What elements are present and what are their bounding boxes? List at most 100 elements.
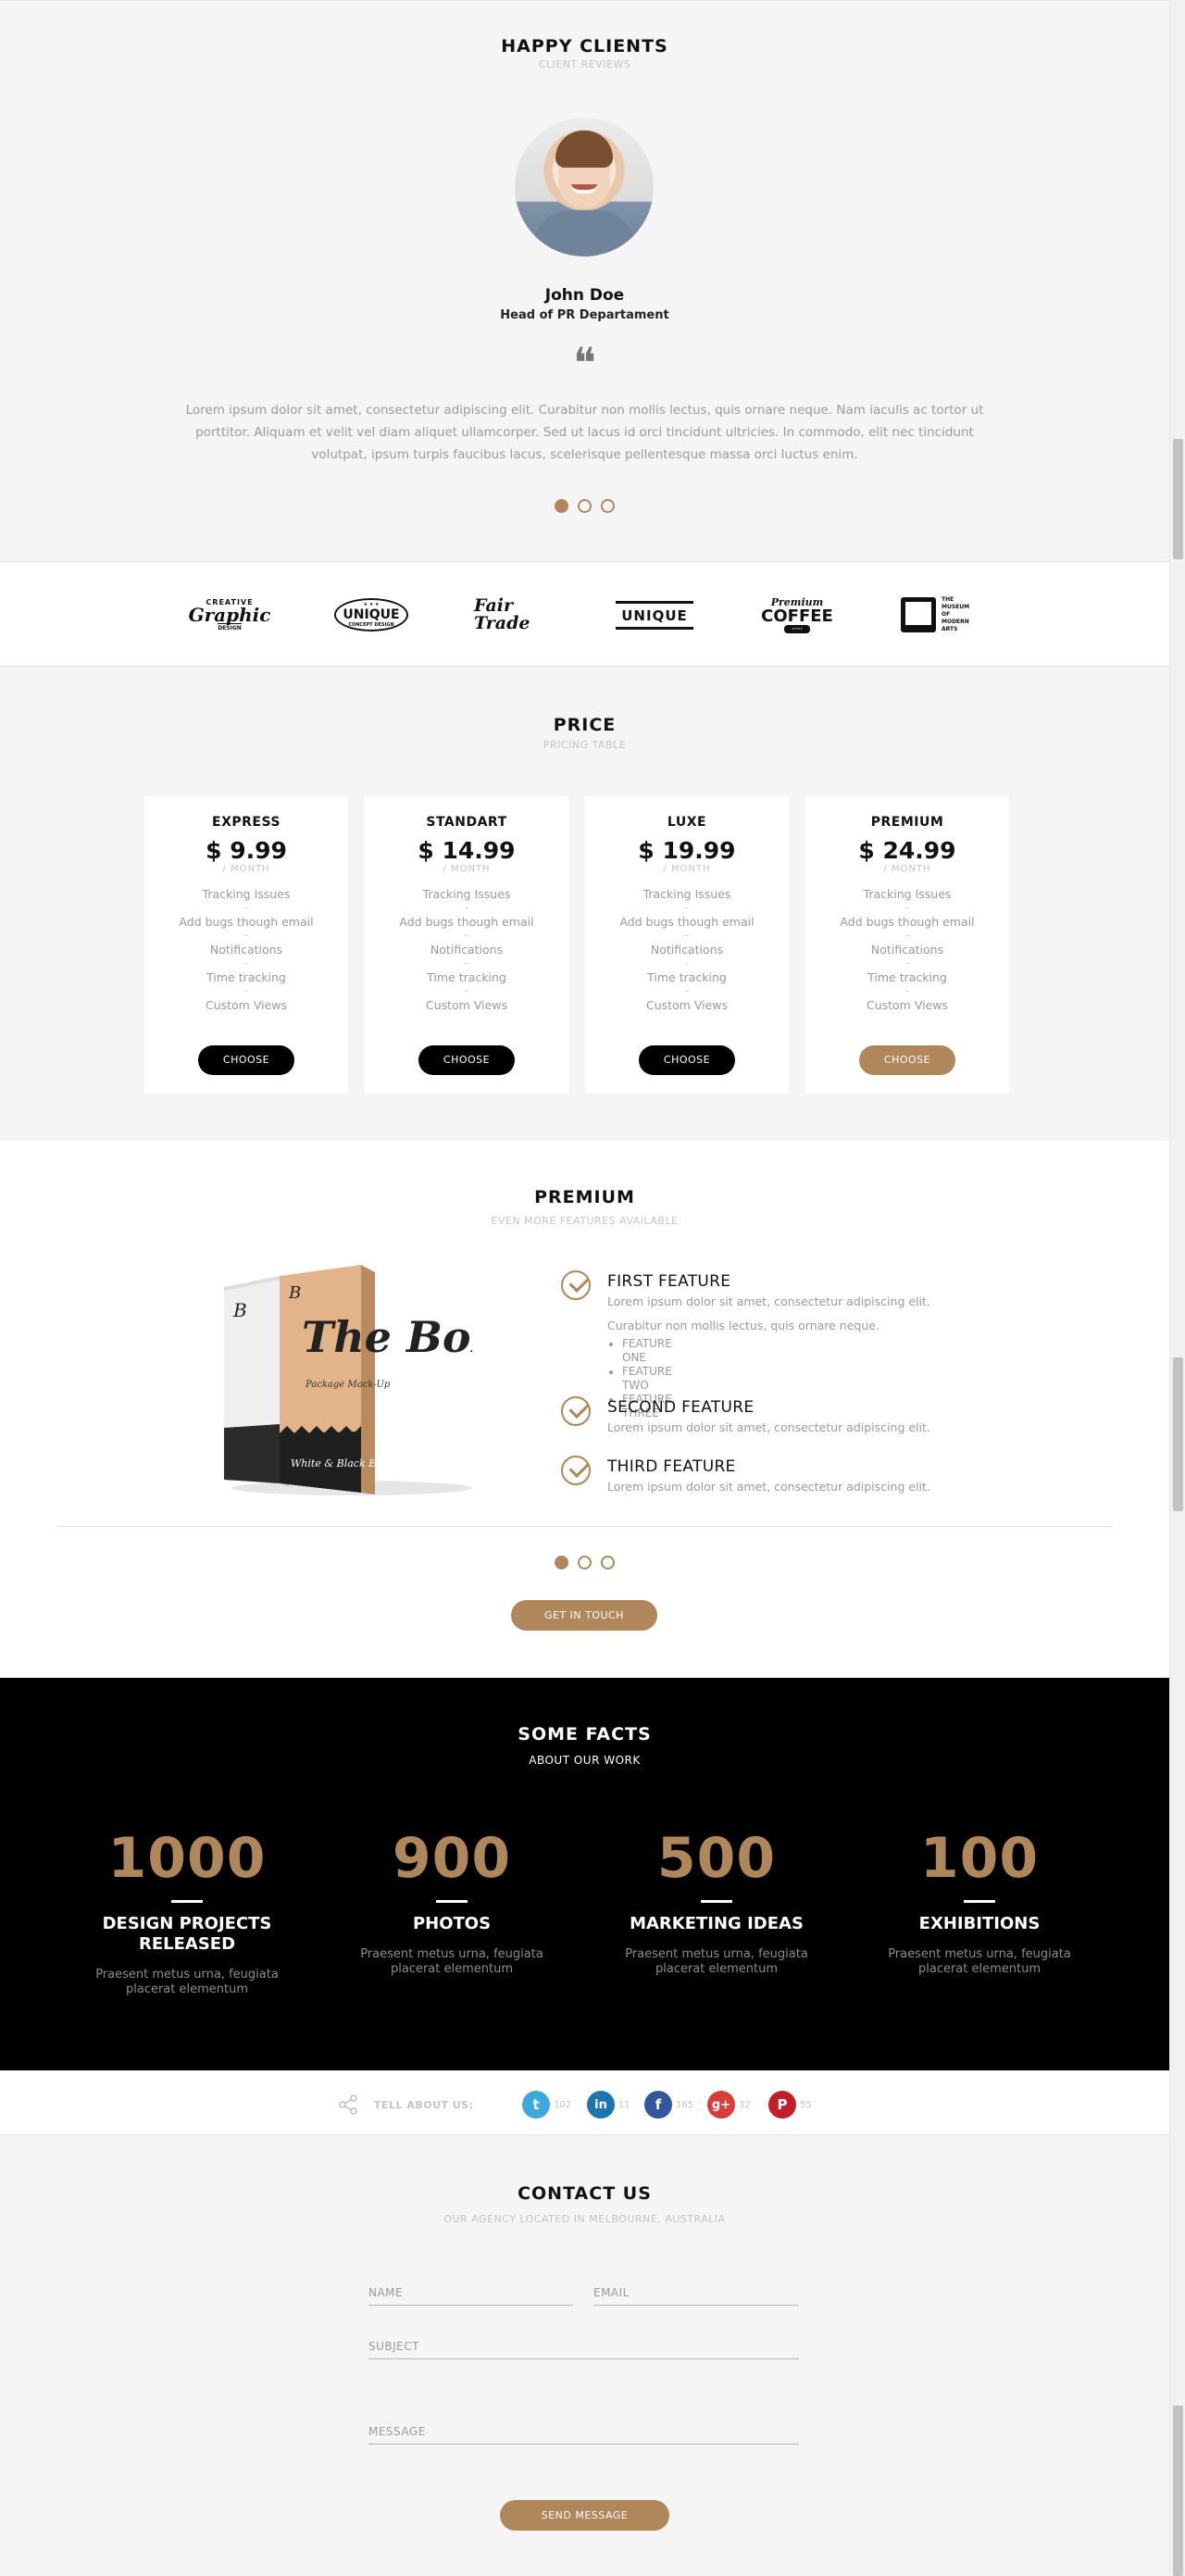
send-message-button[interactable]: SEND MESSAGE: [500, 2500, 669, 2531]
premium-title: PREMIUM: [534, 1187, 635, 1207]
name-input[interactable]: [368, 2280, 573, 2305]
feature-item: Add bugs though email: [840, 915, 975, 929]
scrollbar-thumb[interactable]: [1173, 1357, 1183, 1511]
share-count: 165: [676, 2099, 694, 2110]
message-input[interactable]: [368, 2419, 799, 2444]
fact-desc: Praesent metus urna, feugiata placerat e…: [95, 1968, 279, 1996]
feature-item: Custom Views: [645, 998, 729, 1012]
feature-item: Tracking Issues: [422, 887, 511, 901]
choose-button[interactable]: CHOOSE: [639, 1045, 735, 1075]
share-twitter[interactable]: t 102: [522, 2091, 571, 2119]
name-field[interactable]: [368, 2280, 573, 2306]
slider-dot-2[interactable]: [578, 1556, 592, 1569]
plan-name: PREMIUM: [870, 815, 944, 830]
subject-field[interactable]: [368, 2333, 799, 2359]
scrollbar-thumb[interactable]: [1173, 2406, 1183, 2576]
pinterest-icon[interactable]: P: [768, 2091, 796, 2119]
partner-logos: CREATIVE Graphic DESIGN ★ ★ ★ UNIQUE CON…: [0, 561, 1169, 667]
premium-subtitle: EVEN MORE FEATURES AVAILABLE: [491, 1215, 679, 1227]
fact-number: 500: [656, 1826, 777, 1891]
google-plus-icon[interactable]: g+: [707, 2091, 735, 2119]
fact-number: 100: [919, 1826, 1040, 1891]
slider-dot-2[interactable]: [578, 499, 592, 513]
pricing-card-luxe: LUXE $ 19.99 / MONTH Tracking Issues – A…: [585, 796, 789, 1094]
plan-period: / MONTH: [663, 864, 711, 874]
slider-dot-1[interactable]: [555, 1556, 568, 1569]
fact-label: PHOTOS: [412, 1914, 492, 1933]
feature-list-item: FEATURE TWO: [622, 1365, 672, 1393]
pricing-title: PRICE: [553, 715, 617, 735]
fact-desc: Praesent metus urna, feugiata placerat e…: [360, 1947, 543, 1976]
choose-button[interactable]: CHOOSE: [859, 1045, 955, 1075]
linkedin-icon[interactable]: in: [587, 2091, 615, 2119]
logo-unique-badge: ★ ★ ★ UNIQUE CONCEPT DESIGN: [331, 594, 411, 636]
message-field[interactable]: [368, 2419, 799, 2445]
premium-slider-dots: [0, 1556, 1169, 1569]
feature-item: Time tracking: [427, 970, 506, 984]
divider: [57, 1526, 1113, 1527]
email-input[interactable]: [593, 2280, 799, 2305]
email-field[interactable]: [593, 2280, 799, 2306]
feature-text: Lorem ipsum dolor sit amet, consectetur …: [607, 1420, 930, 1434]
box-title-text: The Box: [302, 1312, 472, 1362]
subject-input[interactable]: [368, 2333, 799, 2358]
choose-button[interactable]: CHOOSE: [198, 1045, 294, 1075]
feature-separator: –: [904, 958, 910, 969]
logo-creative-graphic: CREATIVE Graphic DESIGN: [188, 598, 271, 631]
feature-item: Tracking Issues: [202, 887, 291, 901]
clients-section: HAPPY CLIENTS CLIENT REVIEWS John Doe He…: [0, 0, 1169, 561]
check-icon: [561, 1270, 591, 1300]
quote-icon: ❝: [573, 338, 596, 388]
feature-item: Add bugs though email: [399, 915, 534, 929]
feature-list-item: FEATURE ONE: [622, 1337, 672, 1365]
feature-item: Custom Views: [425, 998, 508, 1012]
feature-separator: –: [464, 958, 469, 969]
fact-desc: Praesent metus urna, feugiata placerat e…: [888, 1947, 1071, 1976]
svg-text:B: B: [288, 1283, 301, 1303]
feature-separator: –: [904, 931, 910, 941]
logo-fair-trade: Fair Trade: [474, 595, 530, 633]
twitter-icon[interactable]: t: [522, 2091, 550, 2119]
plan-price: $ 19.99: [638, 837, 736, 864]
share-facebook[interactable]: f 165: [644, 2091, 693, 2119]
feature-separator: –: [243, 931, 249, 941]
scrollbar[interactable]: [1169, 0, 1185, 2576]
feature-title: SECOND FEATURE: [607, 1398, 755, 1417]
fact-design-projects: 1000 DESIGN PROJECTS RELEASED Praesent m…: [76, 1826, 298, 1997]
feature-item: Time tracking: [206, 970, 286, 984]
feature-separator: –: [904, 986, 910, 996]
fact-desc: Praesent metus urna, feugiata placerat e…: [625, 1947, 808, 1976]
client-quote: Lorem ipsum dolor sit amet, consectetur …: [185, 403, 984, 462]
svg-text:B: B: [232, 1299, 247, 1321]
slider-dot-1[interactable]: [555, 499, 568, 513]
feature-separator: –: [684, 903, 690, 913]
share-pinterest[interactable]: P 55: [768, 2091, 812, 2119]
pricing-card-express: EXPRESS $ 9.99 / MONTH Tracking Issues –…: [144, 796, 348, 1094]
share-label: TELL ABOUT US:: [374, 2098, 474, 2111]
feature-item: Notifications: [650, 943, 724, 957]
slider-dot-3[interactable]: [601, 499, 615, 513]
clients-subtitle: CLIENT REVIEWS: [538, 58, 631, 70]
share-google-plus[interactable]: g+ 32: [707, 2091, 751, 2119]
facts-title: SOME FACTS: [518, 1724, 652, 1744]
box-footer-text: White & Black Edition: [291, 1457, 405, 1469]
client-avatar: [515, 118, 654, 256]
feature-item: Add bugs though email: [179, 915, 314, 929]
check-icon: [561, 1396, 591, 1426]
feature-separator: –: [243, 958, 249, 969]
plan-period: / MONTH: [222, 864, 270, 874]
plan-name: STANDART: [426, 815, 507, 830]
share-count: 102: [554, 2099, 572, 2110]
plan-name: EXPRESS: [212, 815, 281, 830]
share-linkedin[interactable]: in 11: [587, 2091, 630, 2119]
facts-subtitle: ABOUT OUR WORK: [529, 1754, 641, 1767]
scrollbar-thumb[interactable]: [1173, 439, 1183, 559]
fact-label: DESIGN PROJECTS RELEASED: [102, 1914, 272, 1954]
feature-extra: Curabitur non mollis lectus, quis ornare…: [607, 1319, 879, 1332]
choose-button[interactable]: CHOOSE: [418, 1045, 515, 1075]
get-in-touch-button[interactable]: GET IN TOUCH: [511, 1600, 657, 1631]
feature-separator: –: [904, 903, 910, 913]
plan-name: LUXE: [667, 815, 707, 830]
facebook-icon[interactable]: f: [644, 2091, 672, 2119]
slider-dot-3[interactable]: [601, 1556, 615, 1569]
